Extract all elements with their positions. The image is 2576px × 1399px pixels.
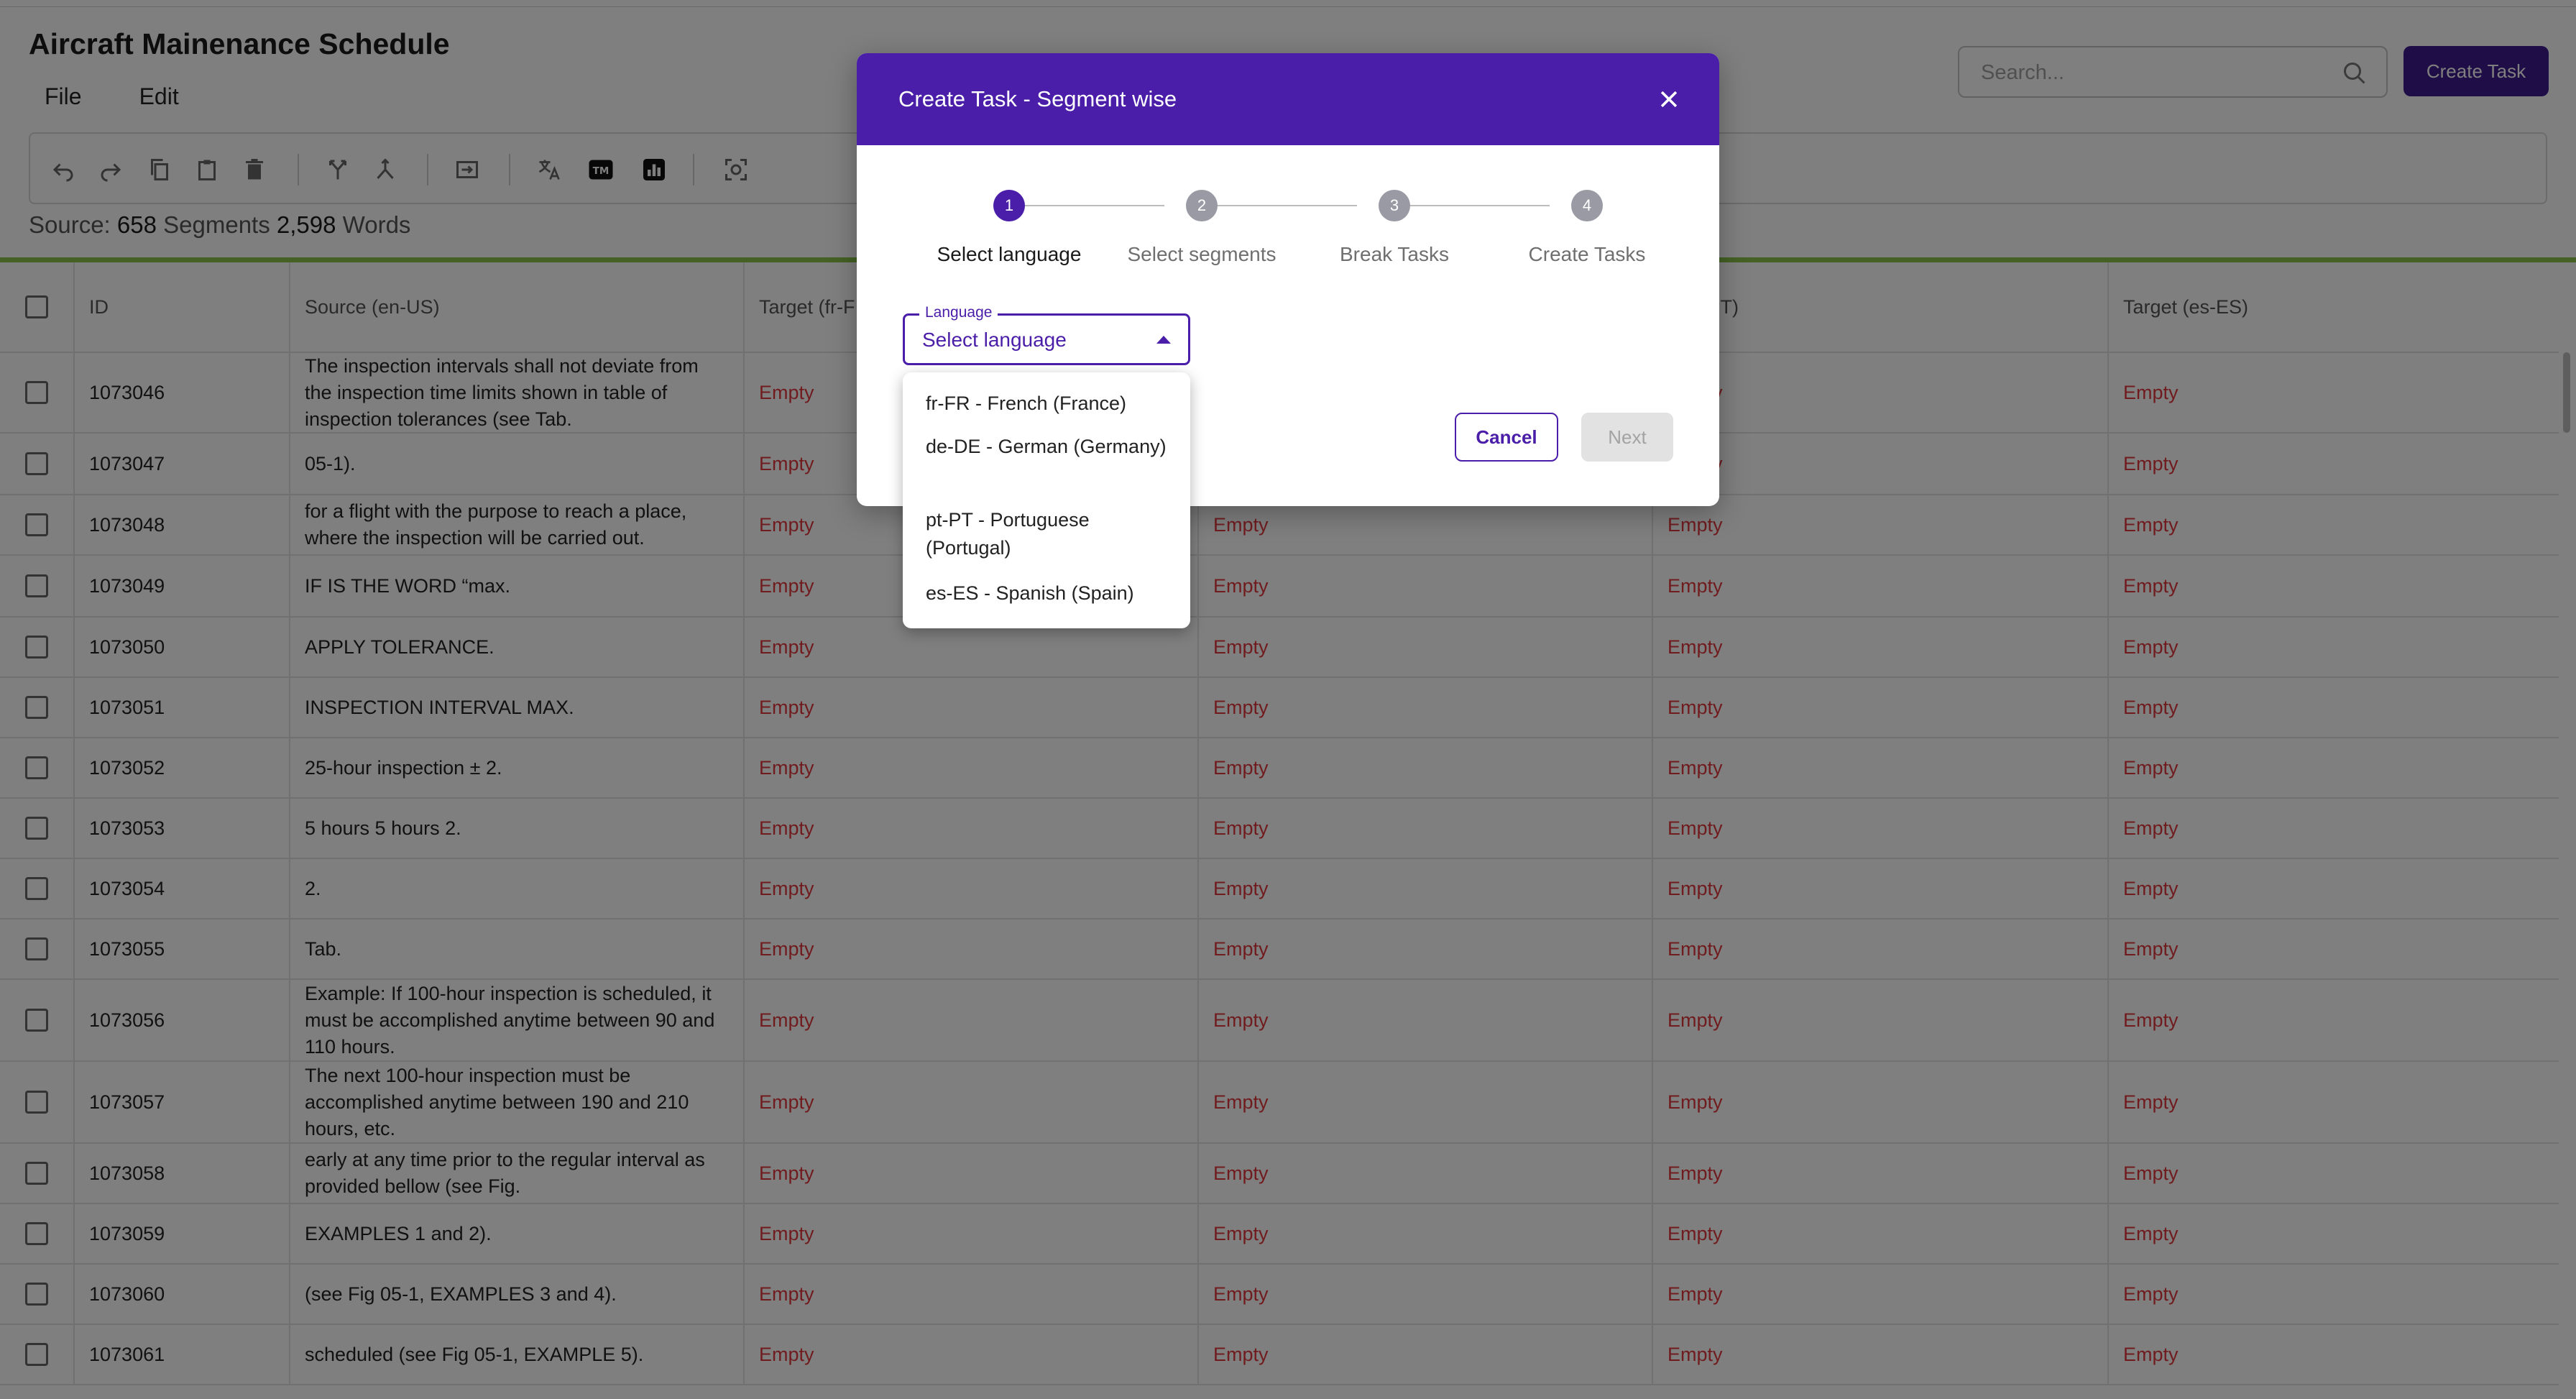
step-label: Break Tasks (1340, 243, 1449, 265)
language-option-es-es[interactable]: es-ES - Spanish (Spain) (926, 579, 1170, 607)
step-create-tasks: 4 Create Tasks (1491, 190, 1683, 266)
step-break-tasks: 3 Break Tasks (1298, 190, 1491, 266)
step-number: 3 (1379, 190, 1410, 221)
caret-up-icon[interactable] (1156, 336, 1171, 344)
step-select-language: 1 Select language (913, 190, 1105, 266)
step-select-segments: 2 Select segments (1105, 190, 1298, 266)
language-option-fr-fr[interactable]: fr-FR - French (France) (926, 390, 1170, 418)
step-label: Select language (937, 243, 1082, 265)
language-field-label: Language (919, 304, 998, 321)
cancel-button[interactable]: Cancel (1455, 413, 1558, 462)
step-label: Create Tasks (1528, 243, 1646, 265)
step-label: Select segments (1127, 243, 1276, 265)
step-number: 4 (1571, 190, 1603, 221)
language-input[interactable] (922, 327, 1138, 353)
language-dropdown: fr-FR - French (France) de-DE - German (… (903, 372, 1190, 628)
language-option-pt-pt[interactable]: pt-PT - Portuguese (Portugal) (926, 506, 1170, 562)
step-number: 1 (993, 190, 1025, 221)
language-select[interactable]: Language (903, 304, 1190, 365)
close-icon[interactable] (1655, 85, 1683, 114)
step-number: 2 (1186, 190, 1218, 221)
dialog-title: Create Task - Segment wise (898, 86, 1177, 111)
dialog-header: Create Task - Segment wise (857, 53, 1719, 145)
language-option-de-de[interactable]: de-DE - German (Germany) (926, 433, 1170, 461)
next-button[interactable]: Next (1581, 413, 1673, 462)
